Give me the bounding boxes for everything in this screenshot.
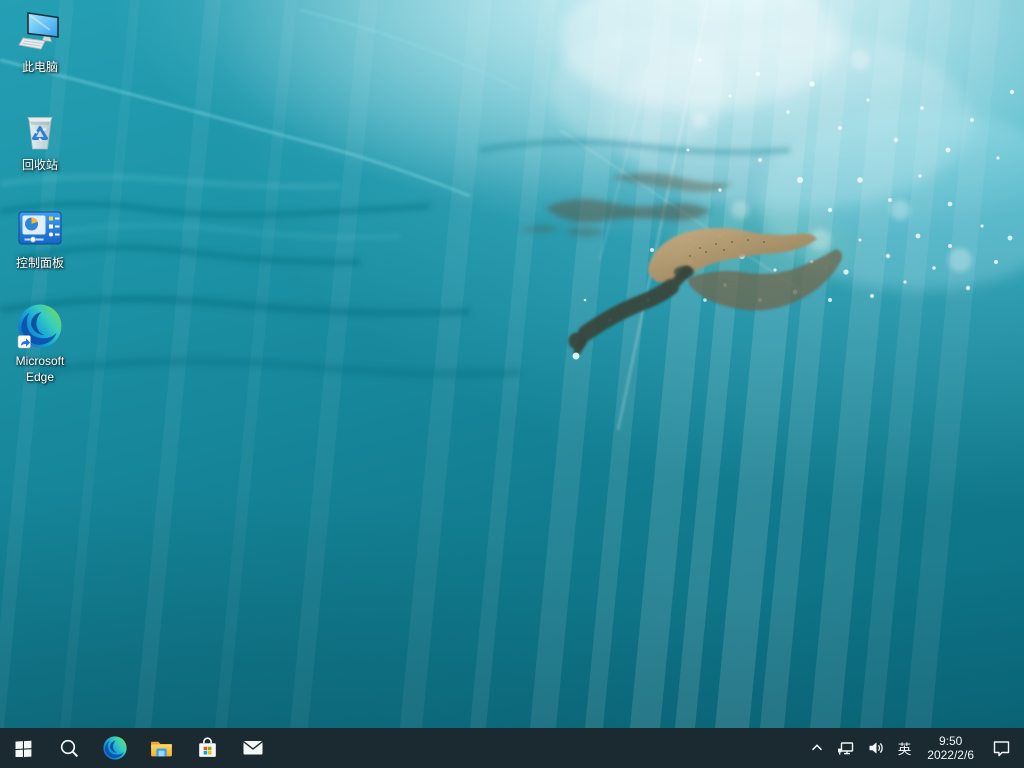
underwater-scene <box>0 0 1024 728</box>
clock-date: 2022/2/6 <box>927 748 974 762</box>
microsoft-edge-icon <box>16 302 64 350</box>
clock-time: 9:50 <box>939 734 962 748</box>
desktop-wallpaper[interactable]: 此电脑 回收站 <box>0 0 1024 728</box>
windows-desktop-screen: 此电脑 回收站 <box>0 0 1024 768</box>
this-pc-icon <box>16 8 64 56</box>
desktop-icon-label: 回收站 <box>22 157 58 173</box>
network-icon <box>837 740 855 757</box>
desktop-icon-label: 控制面板 <box>16 255 64 271</box>
language-indicator[interactable]: 英 <box>891 728 919 768</box>
mail-icon <box>241 736 265 760</box>
desktop-icon-recycle-bin[interactable]: 回收站 <box>1 106 79 173</box>
taskbar-file-explorer[interactable] <box>138 728 184 768</box>
file-explorer-icon <box>149 736 174 761</box>
action-center-button[interactable] <box>983 728 1024 768</box>
chevron-up-icon <box>809 740 825 756</box>
taskbar-clock[interactable]: 9:50 2022/2/6 <box>918 728 983 768</box>
taskbar-mail[interactable] <box>230 728 276 768</box>
start-button[interactable] <box>0 728 46 768</box>
desktop-icon-microsoft-edge[interactable]: Microsoft Edge <box>1 302 79 385</box>
network-button[interactable] <box>831 728 861 768</box>
system-tray: 英 9:50 2022/2/6 <box>803 728 1024 768</box>
action-center-icon <box>992 739 1011 757</box>
microsoft-store-icon <box>195 736 220 761</box>
search-icon <box>59 738 80 759</box>
microsoft-edge-icon <box>102 735 128 761</box>
desktop-icon-control-panel[interactable]: 控制面板 <box>1 204 79 271</box>
windows-logo-icon <box>15 740 32 757</box>
desktop-icon-label: 此电脑 <box>22 59 58 75</box>
taskbar: 英 9:50 2022/2/6 <box>0 728 1024 768</box>
desktop-icon-this-pc[interactable]: 此电脑 <box>1 8 79 75</box>
speaker-icon <box>867 740 885 756</box>
desktop-icon-label: Microsoft Edge <box>1 353 79 385</box>
control-panel-icon <box>16 204 64 252</box>
recycle-bin-icon <box>16 106 64 154</box>
search-button[interactable] <box>46 728 92 768</box>
taskbar-microsoft-edge[interactable] <box>92 728 138 768</box>
taskbar-microsoft-store[interactable] <box>184 728 230 768</box>
hidden-icons-button[interactable] <box>803 728 831 768</box>
volume-button[interactable] <box>861 728 891 768</box>
